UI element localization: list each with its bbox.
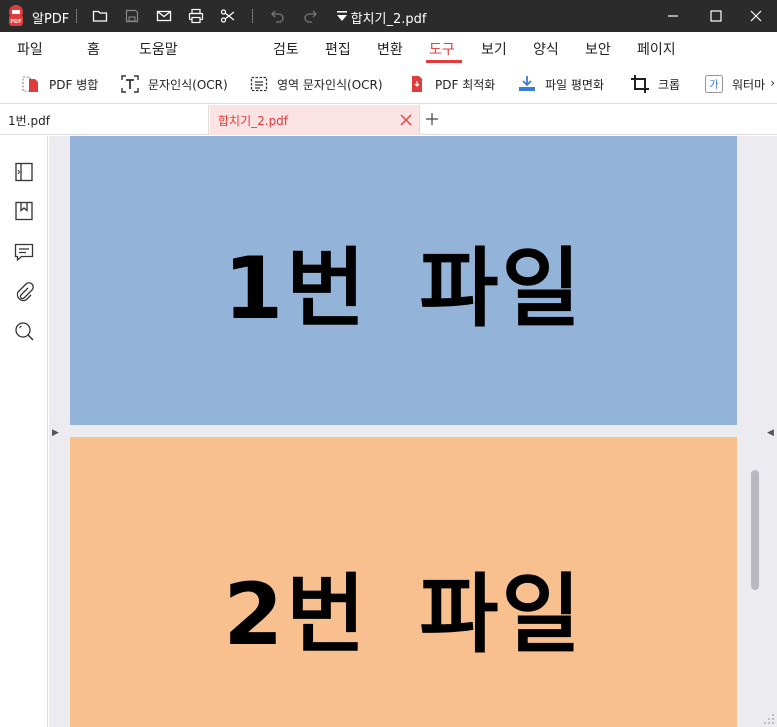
document-tabs: 1번.pdf 합치기_2.pdf [0, 105, 777, 135]
undo-icon [271, 10, 284, 23]
pdf-page-1: 1번 파일 [70, 136, 737, 425]
divider [252, 9, 253, 23]
folder-icon [92, 10, 108, 22]
vertical-scrollbar[interactable] [748, 136, 764, 727]
text-ocr-label: 문자인식(OCR) [148, 77, 228, 92]
page-2-text: 2번 파일 [223, 564, 584, 665]
svg-text:가: 가 [709, 79, 718, 91]
area-ocr-label: 영역 문자인식(OCR) [277, 77, 383, 92]
close-window-button[interactable] [735, 0, 777, 32]
optimize-pdf-icon [406, 73, 428, 95]
optimize-pdf-button[interactable]: PDF 최적화 [406, 72, 495, 96]
save-button[interactable] [122, 6, 142, 26]
attachments-button[interactable] [13, 281, 35, 303]
menu-review[interactable]: 검토 [273, 39, 299, 59]
undo-button[interactable] [268, 6, 288, 26]
printer-icon [188, 8, 204, 24]
menu-home[interactable]: 홈 [87, 39, 100, 59]
maximize-button[interactable] [695, 0, 737, 32]
comments-button[interactable] [13, 241, 35, 263]
menu-security[interactable]: 보안 [585, 39, 611, 59]
search-button[interactable] [13, 320, 35, 342]
menu-file[interactable]: 파일 [17, 39, 43, 59]
bookmarks-button[interactable] [13, 200, 35, 222]
collapse-left-panel-icon[interactable]: ▶ [52, 428, 59, 438]
watermark-label: 워터마 [732, 77, 766, 92]
optimize-pdf-label: PDF 최적화 [435, 77, 496, 92]
tab-label: 합치기_2.pdf [218, 113, 289, 128]
scrollbar-thumb[interactable] [751, 470, 759, 590]
text-ocr-icon [119, 73, 141, 95]
pdf-page-2: 2번 파일 [70, 437, 737, 727]
tools-toolbar: PDF 병합 문자인식(OCR) 영역 문자인식(OCR) PDF 최적화 파일… [0, 64, 777, 104]
mail-icon [156, 10, 172, 22]
crop-label: 크롭 [658, 77, 681, 92]
print-button[interactable] [186, 6, 206, 26]
flatten-file-label: 파일 평면화 [545, 77, 605, 92]
open-folder-button[interactable] [90, 6, 110, 26]
divider [76, 9, 77, 23]
area-ocr-icon [248, 73, 270, 95]
active-menu-indicator [426, 60, 462, 63]
merge-pdf-label: PDF 병합 [49, 77, 99, 92]
maximize-icon [710, 10, 722, 22]
svg-text:PDF: PDF [10, 19, 21, 25]
search-icon [15, 322, 34, 341]
save-icon [125, 9, 139, 23]
collapse-right-panel-icon[interactable]: ◀ [767, 428, 774, 438]
text-ocr-button[interactable]: 문자인식(OCR) [119, 72, 228, 96]
comment-icon [14, 243, 34, 262]
menu-bar: 파일 홈 도움말 검토 편집 변환 도구 보기 양식 보안 페이지 [0, 32, 777, 64]
redo-icon [304, 10, 317, 23]
resize-grip-icon[interactable] [763, 713, 775, 725]
crop-icon [629, 73, 651, 95]
add-tab-icon[interactable] [424, 111, 440, 127]
menu-edit[interactable]: 편집 [325, 39, 351, 59]
scissors-icon [220, 9, 235, 23]
close-icon [750, 10, 762, 22]
menu-view[interactable]: 보기 [481, 39, 507, 59]
flatten-file-button[interactable]: 파일 평면화 [516, 72, 604, 96]
watermark-button[interactable]: 가 워터마 [703, 72, 765, 96]
mail-button[interactable] [154, 6, 174, 26]
page-thumbnails-button[interactable] [13, 161, 35, 183]
panel-toggle-icon [15, 162, 33, 182]
title-bar: PDF 알PDF 합치기_2.pdf [0, 0, 777, 32]
page-1-text: 1번 파일 [223, 239, 584, 339]
quick-access-menu-button[interactable] [332, 6, 352, 26]
side-panel [0, 136, 48, 727]
crop-button[interactable]: 크롭 [629, 72, 680, 96]
menu-help[interactable]: 도움말 [139, 39, 178, 59]
watermark-icon: 가 [703, 73, 725, 95]
tab-label: 1번.pdf [8, 113, 50, 128]
minimize-icon [668, 15, 678, 17]
dropdown-arrow-icon [337, 11, 347, 21]
flatten-icon [516, 73, 538, 95]
menu-form[interactable]: 양식 [533, 39, 559, 59]
merge-pdf-button[interactable]: PDF 병합 [20, 72, 98, 96]
bookmark-icon [15, 201, 33, 221]
menu-tools[interactable]: 도구 [429, 39, 455, 59]
menu-page[interactable]: 페이지 [637, 39, 676, 59]
tab-merged-pdf[interactable]: 합치기_2.pdf [210, 105, 420, 135]
close-tab-icon[interactable] [399, 113, 413, 127]
paperclip-icon [16, 282, 34, 302]
merge-pdf-icon [20, 73, 42, 95]
redo-button[interactable] [300, 6, 320, 26]
area-ocr-button[interactable]: 영역 문자인식(OCR) [248, 72, 383, 96]
menu-convert[interactable]: 변환 [377, 39, 403, 59]
tab-1-pdf[interactable]: 1번.pdf [0, 105, 209, 135]
minimize-button[interactable] [652, 0, 694, 32]
alpdf-logo-icon: PDF [9, 5, 23, 26]
toolbar-more-button[interactable]: › [770, 76, 775, 90]
cut-button[interactable] [218, 6, 238, 26]
app-name: 알PDF [32, 12, 70, 27]
